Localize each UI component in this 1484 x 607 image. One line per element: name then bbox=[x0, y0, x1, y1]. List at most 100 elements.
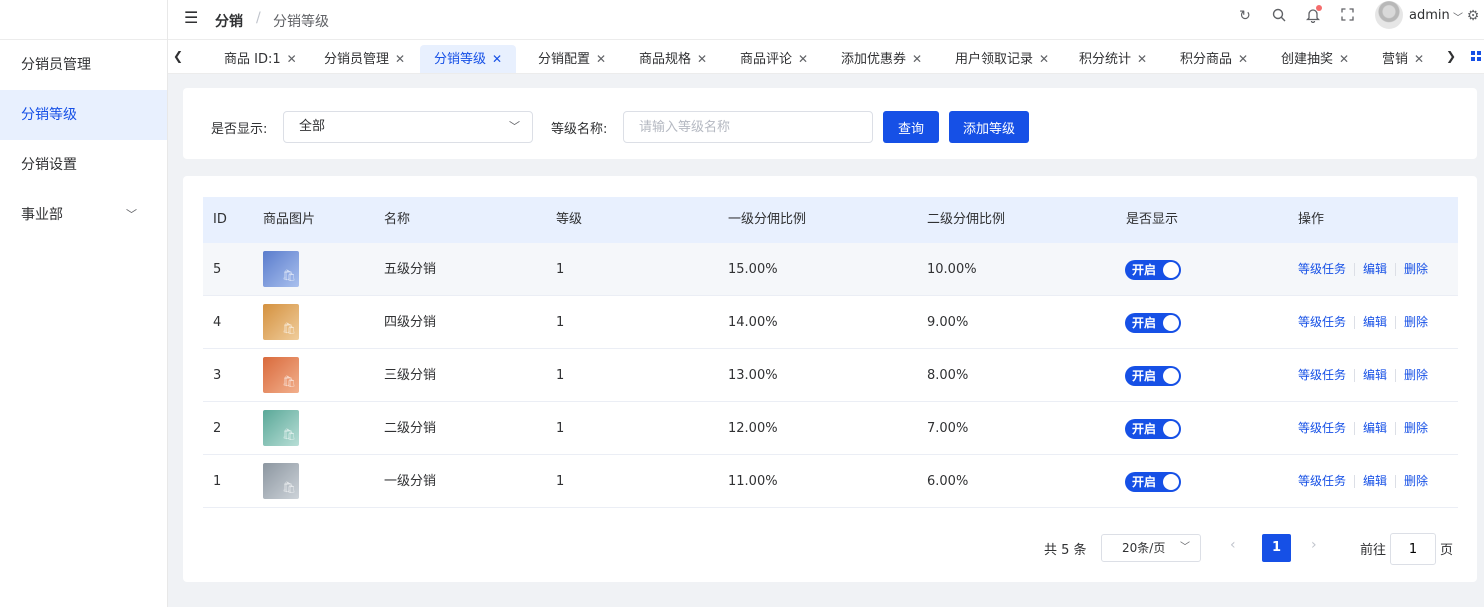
cell-name: 四级分销 bbox=[384, 315, 437, 330]
tab-product-id[interactable]: 商品 ID:1 ✕ bbox=[210, 45, 311, 73]
edit-link[interactable]: 编辑 bbox=[1363, 296, 1387, 349]
breadcrumb-main[interactable]: 分销 bbox=[215, 11, 243, 31]
level-name-input[interactable] bbox=[623, 111, 873, 143]
delete-link[interactable]: 删除 bbox=[1404, 402, 1428, 455]
close-icon[interactable]: ✕ bbox=[1238, 52, 1248, 66]
goto-page-input[interactable] bbox=[1390, 533, 1436, 565]
level-name-label: 等级名称: bbox=[551, 122, 608, 137]
close-icon[interactable]: ✕ bbox=[596, 52, 606, 66]
toggle-label: 开启 bbox=[1132, 475, 1157, 489]
tab-label: 分销等级 bbox=[434, 52, 487, 67]
edit-link[interactable]: 编辑 bbox=[1363, 243, 1387, 296]
level-task-link[interactable]: 等级任务 bbox=[1298, 296, 1346, 349]
show-filter-select[interactable]: 全部 ﹀ bbox=[283, 111, 533, 143]
close-icon[interactable]: ✕ bbox=[287, 52, 297, 66]
tab-product-spec[interactable]: 商品规格 ✕ bbox=[625, 45, 721, 73]
visible-toggle[interactable]: 开启 bbox=[1125, 472, 1181, 492]
column-header-level: 等级 bbox=[556, 212, 583, 227]
visible-toggle[interactable]: 开启 bbox=[1125, 366, 1181, 386]
tab-add-coupon[interactable]: 添加优惠券 ✕ bbox=[827, 45, 936, 73]
chevron-down-icon[interactable]: ﹀ bbox=[1453, 9, 1463, 24]
level-task-link[interactable]: 等级任务 bbox=[1298, 349, 1346, 402]
page-size-select[interactable]: 20条/页 ﹀ bbox=[1101, 534, 1201, 562]
fullscreen-icon[interactable] bbox=[1338, 8, 1356, 25]
close-icon[interactable]: ✕ bbox=[798, 52, 808, 66]
cell-rate2: 6.00% bbox=[927, 474, 969, 489]
toggle-label: 开启 bbox=[1132, 316, 1157, 330]
menu-collapse-icon[interactable]: ☰ bbox=[184, 8, 198, 27]
cell-rate1: 14.00% bbox=[728, 315, 778, 330]
tab-product-review[interactable]: 商品评论 ✕ bbox=[726, 45, 822, 73]
product-image: 🛍 bbox=[263, 304, 299, 340]
edit-link[interactable]: 编辑 bbox=[1363, 455, 1387, 508]
tab-points-products[interactable]: 积分商品 ✕ bbox=[1166, 45, 1262, 73]
product-image: 🛍 bbox=[263, 251, 299, 287]
visible-toggle[interactable]: 开启 bbox=[1125, 260, 1181, 280]
action-divider bbox=[1354, 475, 1355, 488]
close-icon[interactable]: ✕ bbox=[492, 52, 502, 66]
close-icon[interactable]: ✕ bbox=[1137, 52, 1147, 66]
cell-id: 5 bbox=[213, 262, 222, 277]
add-level-button[interactable]: 添加等级 bbox=[949, 111, 1029, 143]
column-header-rate2: 二级分佣比例 bbox=[927, 212, 1006, 227]
cell-level: 1 bbox=[556, 421, 565, 436]
edit-link[interactable]: 编辑 bbox=[1363, 349, 1387, 402]
tab-scroll-left-icon[interactable]: ❮ bbox=[173, 49, 183, 63]
close-icon[interactable]: ✕ bbox=[912, 52, 922, 66]
next-page-icon[interactable]: › bbox=[1311, 537, 1317, 553]
product-image: 🛍 bbox=[263, 410, 299, 446]
sidebar-item-label: 分销员管理 bbox=[21, 57, 91, 73]
product-image: 🛍 bbox=[263, 357, 299, 393]
action-divider bbox=[1354, 263, 1355, 276]
delete-link[interactable]: 删除 bbox=[1404, 243, 1428, 296]
close-icon[interactable]: ✕ bbox=[1339, 52, 1349, 66]
tab-distribution-level[interactable]: 分销等级 ✕ bbox=[420, 45, 517, 73]
query-button[interactable]: 查询 bbox=[883, 111, 939, 143]
close-icon[interactable]: ✕ bbox=[395, 52, 405, 66]
tab-menu-grid-icon[interactable] bbox=[1471, 51, 1481, 61]
sidebar-item-distributor-management[interactable]: 分销员管理 bbox=[0, 40, 167, 90]
refresh-icon[interactable]: ↻ bbox=[1236, 8, 1254, 24]
sidebar-item-business-division[interactable]: 事业部 ﹀ bbox=[0, 190, 167, 240]
cell-rate1: 15.00% bbox=[728, 262, 778, 277]
prev-page-icon[interactable]: ‹ bbox=[1230, 537, 1236, 553]
cell-id: 4 bbox=[213, 315, 222, 330]
avatar[interactable] bbox=[1375, 1, 1403, 29]
delete-link[interactable]: 删除 bbox=[1404, 296, 1428, 349]
edit-link[interactable]: 编辑 bbox=[1363, 402, 1387, 455]
tab-label: 分销员管理 bbox=[324, 52, 390, 67]
delete-link[interactable]: 删除 bbox=[1404, 349, 1428, 402]
action-divider bbox=[1354, 369, 1355, 382]
tab-marketing[interactable]: 营销 ✕ bbox=[1368, 45, 1438, 73]
level-task-link[interactable]: 等级任务 bbox=[1298, 402, 1346, 455]
sidebar-logo-area bbox=[0, 0, 167, 40]
action-divider bbox=[1354, 316, 1355, 329]
tab-points-stats[interactable]: 积分统计 ✕ bbox=[1065, 45, 1161, 73]
sidebar-item-label: 事业部 bbox=[21, 207, 63, 223]
sidebar-item-distribution-level[interactable]: 分销等级 bbox=[0, 90, 167, 140]
cell-name: 三级分销 bbox=[384, 368, 437, 383]
level-task-link[interactable]: 等级任务 bbox=[1298, 455, 1346, 508]
cell-name: 二级分销 bbox=[384, 421, 437, 436]
settings-icon[interactable]: ⚙ bbox=[1464, 8, 1482, 24]
level-task-link[interactable]: 等级任务 bbox=[1298, 243, 1346, 296]
tab-distributor-management[interactable]: 分销员管理 ✕ bbox=[310, 45, 419, 73]
cell-rate2: 9.00% bbox=[927, 315, 969, 330]
close-icon[interactable]: ✕ bbox=[1039, 52, 1049, 66]
tab-distribution-config[interactable]: 分销配置 ✕ bbox=[524, 45, 620, 73]
action-divider bbox=[1395, 263, 1396, 276]
tab-scroll-right-icon[interactable]: ❯ bbox=[1446, 49, 1456, 63]
search-icon[interactable] bbox=[1270, 8, 1288, 26]
page-number-current[interactable]: 1 bbox=[1262, 534, 1291, 562]
tab-user-claim-records[interactable]: 用户领取记录 ✕ bbox=[941, 45, 1063, 73]
delete-link[interactable]: 删除 bbox=[1404, 455, 1428, 508]
show-filter-label: 是否显示: bbox=[211, 122, 268, 137]
toggle-label: 开启 bbox=[1132, 422, 1157, 436]
visible-toggle[interactable]: 开启 bbox=[1125, 419, 1181, 439]
sidebar-item-distribution-settings[interactable]: 分销设置 bbox=[0, 140, 167, 190]
close-icon[interactable]: ✕ bbox=[1414, 52, 1424, 66]
close-icon[interactable]: ✕ bbox=[697, 52, 707, 66]
tab-create-lottery[interactable]: 创建抽奖 ✕ bbox=[1267, 45, 1363, 73]
user-name[interactable]: admin bbox=[1409, 8, 1450, 23]
visible-toggle[interactable]: 开启 bbox=[1125, 313, 1181, 333]
